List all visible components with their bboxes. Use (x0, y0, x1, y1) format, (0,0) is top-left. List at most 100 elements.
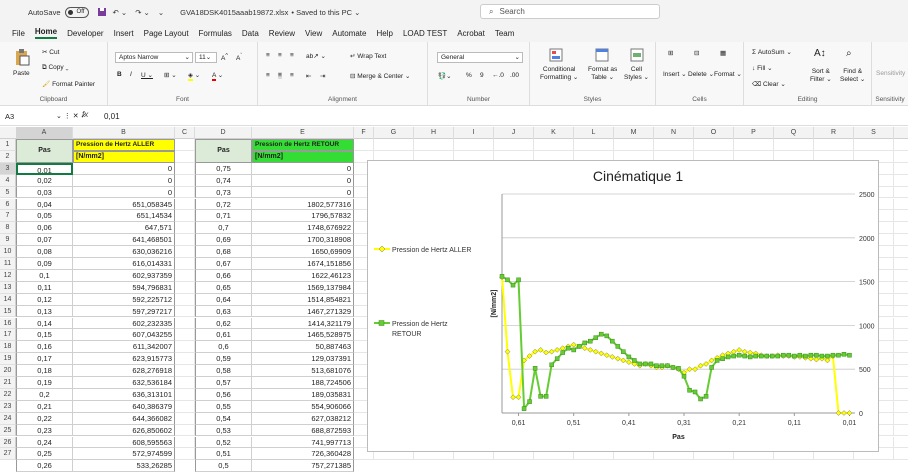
tab-team[interactable]: Team (495, 29, 515, 38)
value-cell[interactable]: 630,036216 (73, 246, 175, 258)
grid-cell[interactable] (175, 305, 195, 318)
grid-cell[interactable] (175, 210, 195, 223)
pas-cell[interactable]: 0,64 (195, 293, 252, 306)
chart[interactable]: Cinématique 1 0 500 1000 1500 2000 2500 0,61 0,5… (367, 160, 879, 452)
value-cell[interactable]: 597,297217 (73, 305, 175, 318)
pas-cell[interactable]: 0,17 (16, 353, 73, 366)
sensitivity-button[interactable]: Sensitivity (876, 70, 905, 77)
column-header-t[interactable]: T (894, 127, 908, 139)
tab-home[interactable]: Home (34, 27, 58, 39)
value-cell[interactable]: 1569,137984 (252, 281, 354, 294)
copy-button[interactable]: ⧉ Copy ⌄ (42, 64, 69, 72)
value-cell[interactable]: 626,850602 (73, 424, 175, 437)
pas-cell[interactable]: 0,51 (195, 448, 252, 461)
grid-cell[interactable] (175, 162, 195, 175)
value-cell[interactable]: 0 (252, 174, 354, 187)
column-header-f[interactable]: F (354, 127, 374, 139)
pas-cell[interactable]: 0,19 (16, 377, 73, 389)
row-header-23[interactable]: 23 (0, 400, 16, 413)
grid-cell[interactable] (694, 139, 734, 151)
row-header-22[interactable]: 22 (0, 388, 16, 401)
row-header-19[interactable]: 19 (0, 353, 16, 366)
grid-cell[interactable] (175, 150, 195, 163)
row-header-2[interactable]: 2 (0, 150, 16, 163)
column-header-b[interactable]: B (73, 127, 175, 139)
value-cell[interactable]: 608,595563 (73, 436, 175, 449)
grid-cell[interactable] (175, 258, 195, 270)
pas-cell[interactable]: 0,1 (16, 269, 73, 282)
pas-cell[interactable]: 0,25 (16, 448, 73, 461)
value-cell[interactable]: 0 (73, 174, 175, 187)
grid-cell[interactable] (894, 222, 908, 235)
grid-cell[interactable] (894, 448, 908, 461)
font-name-select[interactable]: Aptos Narrow ⌄ (115, 52, 193, 63)
tab-formulas[interactable]: Formulas (199, 29, 232, 38)
value-cell[interactable]: 572,974599 (73, 448, 175, 461)
row-header-18[interactable]: 18 (0, 341, 16, 354)
value-cell[interactable]: 644,366082 (73, 412, 175, 425)
value-cell[interactable]: 1700,318908 (252, 234, 354, 247)
pas-cell[interactable]: 0,6 (195, 341, 252, 354)
row-header-27[interactable]: 27 (0, 448, 16, 461)
pas-cell[interactable]: 0,5 (195, 460, 252, 473)
grid-cell[interactable] (175, 139, 195, 151)
pas-cell[interactable]: 0,18 (16, 365, 73, 377)
pas-cell[interactable]: 0,73 (195, 186, 252, 199)
value-cell[interactable]: 0 (252, 162, 354, 175)
pas-cell[interactable]: 0,74 (195, 174, 252, 187)
middle-align-icon[interactable]: ≡ (278, 52, 282, 59)
grid-cell[interactable] (894, 306, 908, 318)
grid-cell[interactable] (894, 318, 908, 330)
value-cell[interactable]: 757,271385 (252, 460, 354, 473)
tab-page-layout[interactable]: Page Layout (144, 29, 189, 38)
row-header-16[interactable]: 16 (0, 317, 16, 330)
saved-status[interactable]: • Saved to this PC ⌄ (291, 8, 360, 17)
pas-cell[interactable]: 0,54 (195, 412, 252, 425)
grid-cell[interactable] (175, 388, 195, 401)
pas-cell[interactable]: 0,14 (16, 317, 73, 330)
pas-cell[interactable]: 0,04 (16, 198, 73, 211)
wrap-text-button[interactable]: ↵ Wrap Text (350, 52, 386, 60)
pas-cell[interactable]: 0,65 (195, 281, 252, 294)
pas-cell[interactable]: 0,69 (195, 234, 252, 247)
column-header-j[interactable]: J (494, 127, 534, 139)
fill-color-icon[interactable]: ◈ ⌄ (188, 71, 200, 81)
pas-cell[interactable]: 0,12 (16, 293, 73, 306)
row-header-6[interactable]: 6 (0, 198, 16, 211)
grid-cell[interactable] (454, 139, 494, 151)
row-header-14[interactable]: 14 (0, 293, 16, 306)
format-painter-button[interactable]: 🖌 Format Painter (42, 80, 95, 88)
pas-cell[interactable]: 0,53 (195, 424, 252, 437)
format-button[interactable]: Format ⌄ (714, 70, 742, 78)
pas-cell[interactable]: 0,22 (16, 412, 73, 425)
grid-cell[interactable] (814, 139, 854, 151)
formula-input[interactable]: 0,01 (104, 110, 120, 124)
column-header-d[interactable]: D (195, 127, 252, 139)
value-cell[interactable]: 632,536184 (73, 377, 175, 389)
grid-cell[interactable] (894, 139, 908, 151)
value-cell[interactable]: 592,225712 (73, 293, 175, 306)
pas-cell[interactable]: 0,16 (16, 341, 73, 354)
column-header-l[interactable]: L (574, 127, 614, 139)
tab-data[interactable]: Data (242, 29, 259, 38)
row-header-4[interactable]: 4 (0, 174, 16, 187)
grid-cell[interactable] (175, 293, 195, 306)
fill-button[interactable]: ↓ Fill ⌄ (752, 64, 773, 72)
borders-icon[interactable]: ⊞ ⌄ (164, 71, 177, 79)
grid-cell[interactable] (175, 269, 195, 282)
pas-cell[interactable]: 0,05 (16, 210, 73, 223)
tab-automate[interactable]: Automate (332, 29, 366, 38)
tab-view[interactable]: View (305, 29, 322, 38)
grid-cell[interactable] (894, 234, 908, 247)
grid-cell[interactable] (894, 270, 908, 282)
row-header-12[interactable]: 12 (0, 269, 16, 282)
grid-cell[interactable] (175, 448, 195, 461)
paste-icon[interactable] (14, 48, 30, 66)
grid-cell[interactable] (494, 139, 534, 151)
value-cell[interactable]: 1467,271329 (252, 305, 354, 318)
row-header-9[interactable]: 9 (0, 234, 16, 247)
autosum-button[interactable]: Σ AutoSum ⌄ (752, 48, 792, 56)
grid-cell[interactable] (894, 151, 908, 163)
value-cell[interactable]: 1650,69909 (252, 246, 354, 258)
pas-cell[interactable]: 0,68 (195, 246, 252, 258)
